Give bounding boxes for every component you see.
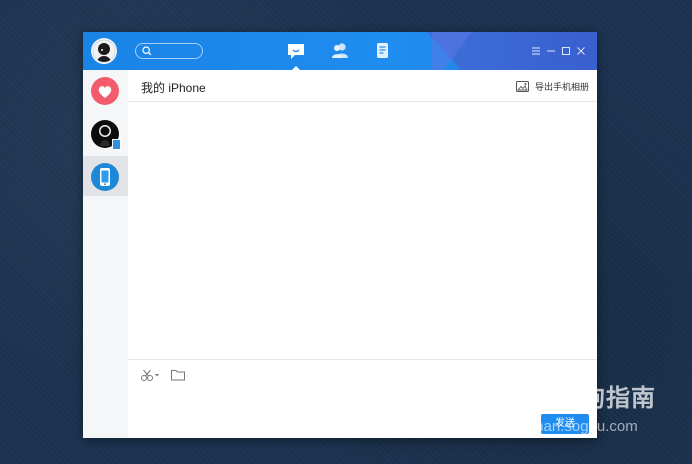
nav-contacts[interactable] [329,41,351,61]
search-icon [142,46,152,56]
composer: 发送 [128,359,597,438]
menu-icon [532,47,540,55]
phone-badge [91,163,119,191]
nav-files[interactable] [372,41,394,61]
message-area[interactable] [128,102,597,360]
sidebar [83,70,128,438]
message-icon [288,44,304,59]
scissors-icon [141,369,159,381]
screenshot-tool[interactable] [140,368,159,382]
send-button[interactable]: 发送 [541,414,589,434]
folder-icon [171,370,185,381]
chat-header: 我的 iPhone 导出手机相册 [128,70,597,102]
close-icon [577,47,585,55]
title-bar [83,32,597,70]
contacts-icon [332,43,348,58]
phone-icon [100,168,110,186]
export-album-button[interactable]: 导出手机相册 [515,78,589,94]
close-button[interactable] [575,44,587,56]
sidebar-item-favorites[interactable] [83,70,128,110]
minimize-button[interactable] [545,44,557,56]
favorites-badge [91,77,119,105]
user-avatar[interactable] [91,38,117,64]
sidebar-item-my-iphone[interactable] [83,156,128,196]
search-input[interactable] [135,43,203,59]
nav-messages[interactable] [285,41,307,70]
menu-button[interactable] [530,44,542,56]
file-icon [377,43,388,58]
device-badge-icon [112,139,121,150]
app-window: 我的 iPhone 导出手机相册 发送 [83,32,597,438]
sidebar-item-contact[interactable] [83,113,128,153]
image-icon [515,80,529,92]
chat-title: 我的 iPhone [141,81,206,95]
chat-panel: 我的 iPhone 导出手机相册 发送 [128,70,597,438]
maximize-button[interactable] [560,44,572,56]
minimize-icon [547,50,555,52]
export-album-label: 导出手机相册 [534,81,589,92]
maximize-icon [562,47,570,55]
send-file-tool[interactable] [170,368,188,382]
heart-icon [98,86,112,98]
